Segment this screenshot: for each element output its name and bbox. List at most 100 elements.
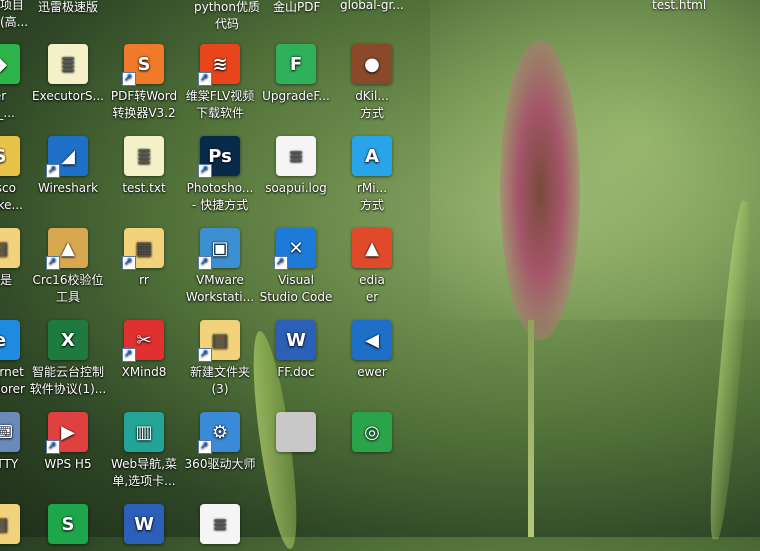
desktop-icon-label: 智能云台控制 软件协议(1)... bbox=[29, 365, 107, 396]
desktop-icon-label: Photosho... - 快捷方式 bbox=[186, 181, 254, 212]
photoshop-icon: Ps bbox=[198, 136, 240, 179]
desktop-icon-partial-icon-2[interactable]: ● dKil... 方式 bbox=[333, 44, 411, 122]
partial-icon-3-glyph: A bbox=[365, 145, 379, 167]
partial-icon-1: ◆ bbox=[0, 44, 20, 84]
desktop-icon-soapui-log[interactable]: ≡ soapui.log bbox=[257, 136, 335, 197]
desktop-icon-weitang-flv[interactable]: ≋维棠FLV视频 下载软件 bbox=[181, 44, 259, 122]
weitang-flv-icon: ≋ bbox=[198, 44, 240, 87]
partial-icon-2: ● bbox=[352, 44, 392, 84]
web-nav-glyph: ▥ bbox=[135, 421, 153, 443]
driver-360-icon: ⚙ bbox=[198, 412, 240, 455]
shortcut-arrow-icon bbox=[46, 162, 60, 179]
internet-explorer-icon: e bbox=[0, 320, 20, 360]
test-txt-glyph: ≣ bbox=[136, 145, 152, 167]
desktop-icon-xmind[interactable]: ✂ XMind8 bbox=[105, 320, 183, 381]
text-file-bottom-glyph: ≡ bbox=[212, 513, 228, 535]
top-label-xunlei[interactable]: 迅雷极速版 bbox=[38, 0, 98, 15]
folder-rushi-glyph: ▤ bbox=[0, 228, 20, 268]
wireshark-icon: ◢ bbox=[46, 136, 88, 179]
desktop-icon-new-folder[interactable]: ▤新建文件夹 (3) bbox=[181, 320, 259, 398]
desktop-icon-executor[interactable]: ≣ ExecutorS... bbox=[29, 44, 107, 105]
partial-icon-6-glyph bbox=[276, 412, 316, 452]
desktop-icon-wireshark[interactable]: ◢ Wireshark bbox=[29, 136, 107, 197]
desktop-icon-label: WPS H5 bbox=[44, 457, 92, 471]
desktop-icon-text-file-bottom[interactable]: ≡ bbox=[181, 504, 259, 548]
folder-bottom-glyph: ▤ bbox=[0, 504, 20, 544]
partial-icon-2-glyph: ● bbox=[364, 53, 380, 75]
desktop-icon-label: dKil... 方式 bbox=[355, 89, 389, 120]
cisco-packet-icon: S bbox=[0, 136, 20, 176]
desktop-icon-label: ewer bbox=[357, 365, 387, 379]
desktop-icon-green-circle[interactable]: ◎ bbox=[333, 412, 411, 456]
excel-file-icon: X bbox=[48, 320, 88, 360]
folder-rr-icon: ▦ bbox=[122, 228, 164, 271]
desktop-icon-label: soapui.log bbox=[265, 181, 327, 195]
putty-glyph: ⌨ bbox=[0, 412, 20, 452]
desktop-icon-partial-icon-4[interactable]: ▲ edia er bbox=[333, 228, 411, 306]
partial-icon-3: A bbox=[352, 136, 392, 176]
desktop-icon-label: 维棠FLV视频 下载软件 bbox=[185, 89, 255, 120]
upgrade-icon: F bbox=[276, 44, 316, 84]
desktop-icon-crc16[interactable]: ▲Crc16校验位 工具 bbox=[29, 228, 107, 306]
desktop-icon-partial-icon-5[interactable]: ◀ ewer bbox=[333, 320, 411, 381]
desktop-icon-folder-rr[interactable]: ▦ rr bbox=[105, 228, 183, 289]
desktop-icon-partial-icon-3[interactable]: ArMi... 方式 bbox=[333, 136, 411, 214]
desktop-icon-test-txt[interactable]: ≣ test.txt bbox=[105, 136, 183, 197]
test-txt-icon: ≣ bbox=[124, 136, 164, 176]
ff-doc-icon: W bbox=[276, 320, 316, 360]
desktop-icon-upgrade[interactable]: F UpgradeF... bbox=[257, 44, 335, 105]
top-label-test-html[interactable]: test.html bbox=[652, 0, 706, 12]
green-circle-glyph: ◎ bbox=[364, 421, 380, 443]
shortcut-arrow-icon bbox=[198, 438, 212, 455]
wps-green-icon: S bbox=[48, 504, 88, 544]
desktop-icon-partial-icon-6[interactable] bbox=[257, 412, 335, 456]
desktop-icon-label: PDF转Word 转换器V3.2 bbox=[110, 89, 178, 120]
shortcut-arrow-icon bbox=[122, 70, 136, 87]
shortcut-arrow-icon bbox=[198, 70, 212, 87]
desktop-icon-label: XMind8 bbox=[121, 365, 167, 379]
top-label-jinshan-pdf[interactable]: 金山PDF bbox=[273, 0, 320, 15]
folder-rushi-icon: ▤ bbox=[0, 228, 20, 268]
desktop-icon-web-nav[interactable]: ▥ Web导航,菜 单,选项卡... bbox=[105, 412, 183, 490]
putty-icon: ⌨ bbox=[0, 412, 20, 452]
desktop: 项目 (高... 迅雷极速版 python优质 代码 金山PDF global-… bbox=[0, 0, 760, 544]
desktop-icon-label: rr bbox=[139, 273, 149, 287]
desktop-icon-label: Crc16校验位 工具 bbox=[32, 273, 104, 304]
top-label-python[interactable]: python优质 代码 bbox=[188, 0, 266, 32]
crc16-icon: ▲ bbox=[46, 228, 88, 271]
partial-icon-5-glyph: ◀ bbox=[365, 329, 379, 351]
desktop-icon-word-bottom[interactable]: W bbox=[105, 504, 183, 548]
excel-file-glyph: X bbox=[61, 329, 75, 351]
desktop-icon-pdf-word[interactable]: SPDF转Word 转换器V3.2 bbox=[105, 44, 183, 122]
shortcut-arrow-icon bbox=[122, 254, 136, 271]
cisco-packet-glyph: S bbox=[0, 136, 20, 176]
partial-icon-5: ◀ bbox=[352, 320, 392, 360]
partial-icon-6 bbox=[276, 412, 316, 452]
shortcut-arrow-icon bbox=[122, 346, 136, 363]
desktop-icon-wps-h5[interactable]: ▶ WPS H5 bbox=[29, 412, 107, 473]
desktop-icon-excel-file[interactable]: X 智能云台控制 软件协议(1)... bbox=[29, 320, 107, 398]
shortcut-arrow-icon bbox=[198, 346, 212, 363]
word-bottom-icon: W bbox=[124, 504, 164, 544]
desktop-icon-label: ExecutorS... bbox=[32, 89, 104, 103]
desktop-icon-label: rMi... 方式 bbox=[356, 181, 388, 212]
web-nav-icon: ▥ bbox=[124, 412, 164, 452]
desktop-icon-wps-green[interactable]: S bbox=[29, 504, 107, 548]
top-partial-label-0[interactable]: 项目 (高... bbox=[0, 0, 28, 30]
desktop-icon-ff-doc[interactable]: W FF.doc bbox=[257, 320, 335, 381]
xmind-icon: ✂ bbox=[122, 320, 164, 363]
desktop-icon-vscode[interactable]: ✕Visual Studio Code bbox=[257, 228, 335, 306]
ff-doc-glyph: W bbox=[286, 329, 306, 351]
word-bottom-glyph: W bbox=[134, 513, 154, 535]
desktop-icon-label: UpgradeF... bbox=[262, 89, 330, 103]
desktop-icon-label: 新建文件夹 (3) bbox=[189, 365, 250, 396]
desktop-icon-photoshop[interactable]: PsPhotosho... - 快捷方式 bbox=[181, 136, 259, 214]
top-label-global[interactable]: global-gr... bbox=[340, 0, 404, 12]
shortcut-arrow-icon bbox=[274, 254, 288, 271]
vscode-icon: ✕ bbox=[274, 228, 316, 271]
desktop-icon-label: Web导航,菜 单,选项卡... bbox=[111, 457, 177, 488]
executor-glyph: ≣ bbox=[60, 53, 76, 75]
desktop-icon-vmware[interactable]: ▣VMware Workstati... bbox=[181, 228, 259, 306]
pdf-word-icon: S bbox=[122, 44, 164, 87]
desktop-icon-driver-360[interactable]: ⚙ 360驱动大师 bbox=[181, 412, 259, 473]
